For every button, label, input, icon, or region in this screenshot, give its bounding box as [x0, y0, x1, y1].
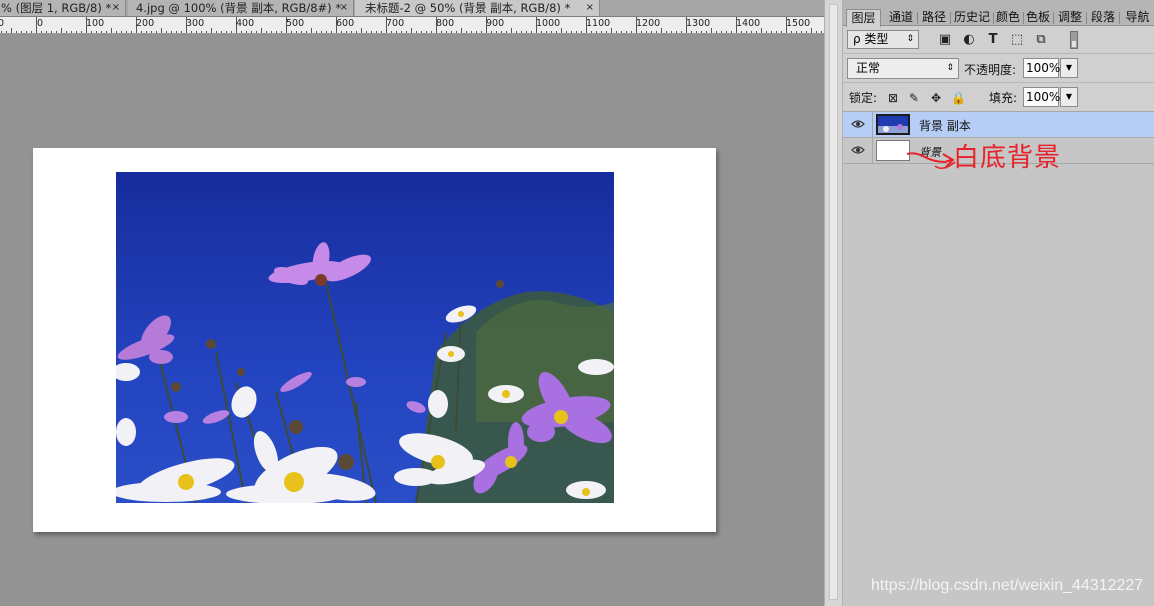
blend-mode-label: 正常 [856, 61, 881, 75]
layers-panel: 图层 通道 路径 历史记 颜色 色板 调整 段落 导航 ρ 类型 ⇕ ▣ ◐ T… [843, 0, 1154, 606]
tab-separator [1053, 12, 1054, 24]
ruler-label: 1000 [536, 18, 561, 29]
layer-filter-row: ρ 类型 ⇕ ▣ ◐ T ⬚ ⧉ [843, 27, 1154, 54]
ruler-label: 1500 [786, 18, 811, 29]
tab-color[interactable]: 颜色 [994, 9, 1022, 26]
watermark-text: https://blog.csdn.net/weixin_44312227 [871, 577, 1144, 594]
close-icon[interactable]: × [112, 0, 120, 16]
tab-adjustments[interactable]: 调整 [1055, 9, 1085, 26]
horizontal-ruler[interactable]: 0 0 100 200 300 400 500 600 700 800 900 … [0, 17, 836, 34]
lock-label: 锁定: [849, 91, 878, 105]
document-tab[interactable]: % (图层 1, RGB/8) * × [0, 0, 126, 16]
scrollbar-thumb[interactable] [829, 4, 838, 600]
layer-row-background-copy[interactable]: 背景 副本 [843, 112, 1154, 138]
fill-field[interactable]: 100% [1023, 87, 1060, 107]
lock-image-pixels-icon[interactable]: ✎ [907, 91, 921, 105]
opacity-dropdown-button[interactable]: ▼ [1060, 58, 1078, 78]
ruler-label: 600 [336, 18, 355, 29]
tab-channels[interactable]: 通道 [886, 9, 916, 26]
blend-mode-select[interactable]: 正常 ⇕ [847, 58, 959, 79]
lock-position-icon[interactable]: ✥ [929, 91, 943, 105]
document-tab-active[interactable]: 未标题-2 @ 50% (背景 副本, RGB/8) * × [355, 0, 600, 16]
pixel-layer-filter-icon[interactable]: ▣ [937, 32, 953, 48]
flower-thumbnail-image [878, 116, 908, 133]
document-tab-bar: % (图层 1, RGB/8) * × 4.jpg @ 100% (背景 副本,… [0, 0, 836, 17]
ruler-label: 0 [0, 18, 4, 29]
ruler-label: 700 [386, 18, 405, 29]
blend-opacity-row: 正常 ⇕ 不透明度: 100% ▼ [843, 55, 1154, 83]
ruler-label: 500 [286, 18, 305, 29]
tab-paragraph[interactable]: 段落 [1088, 9, 1118, 26]
ruler-label: 0 [37, 18, 44, 29]
layer-thumbnail [876, 114, 910, 135]
vertical-scrollbar[interactable] [824, 0, 843, 606]
close-icon[interactable]: × [586, 0, 594, 16]
lock-all-icon[interactable]: 🔒 [951, 91, 966, 105]
ruler-label: 200 [136, 18, 155, 29]
document-tab[interactable]: 4.jpg @ 100% (背景 副本, RGB/8#) * × [128, 0, 354, 16]
kind-filter-label: ρ 类型 [853, 32, 889, 46]
tab-separator [917, 12, 918, 24]
layers-list: 背景 副本 背景 [843, 112, 1154, 606]
document-tab-label: 4.jpg @ 100% (背景 副本, RGB/8#) * [136, 1, 342, 15]
lock-fill-row: 锁定: ⊠ ✎ ✥ 🔒 填充: 100% ▼ [843, 84, 1154, 112]
document-canvas[interactable] [33, 148, 716, 532]
document-tab-label: 未标题-2 @ 50% (背景 副本, RGB/8) * [365, 1, 571, 15]
tab-history[interactable]: 历史记 [952, 9, 992, 26]
opacity-field[interactable]: 100% [1023, 58, 1060, 78]
up-down-arrow-icon: ⇕ [946, 63, 954, 73]
fill-dropdown-button[interactable]: ▼ [1060, 87, 1078, 107]
tab-navigator[interactable]: 导航 [1121, 9, 1154, 26]
flower-photo-layer[interactable] [116, 172, 614, 503]
type-layer-filter-icon[interactable]: T [985, 32, 1001, 48]
smart-object-filter-icon[interactable]: ⧉ [1033, 32, 1049, 48]
filter-toggle-switch[interactable] [1070, 31, 1078, 49]
ruler-label: 1300 [686, 18, 711, 29]
lock-transparent-pixels-icon[interactable]: ⊠ [886, 91, 900, 105]
ruler-label: 1200 [636, 18, 661, 29]
close-icon[interactable]: × [340, 0, 348, 16]
ruler-label: 900 [486, 18, 505, 29]
flower-photo-image [116, 172, 614, 503]
layer-name[interactable]: 背景 副本 [919, 117, 971, 134]
tab-swatches[interactable]: 色板 [1024, 9, 1052, 26]
opacity-label: 不透明度: [964, 63, 1017, 77]
layer-visibility-toggle[interactable] [843, 138, 873, 163]
eye-icon [851, 120, 865, 128]
panel-tab-bar: 图层 通道 路径 历史记 颜色 色板 调整 段落 导航 [843, 0, 1154, 27]
tab-separator [1119, 12, 1120, 24]
ruler-ticks [1, 17, 832, 33]
fill-label: 填充: [989, 91, 1018, 105]
ruler-label: 800 [436, 18, 455, 29]
tab-separator [950, 12, 951, 24]
ruler-label: 1100 [586, 18, 611, 29]
eye-icon [851, 146, 865, 154]
tab-separator [1086, 12, 1087, 24]
ruler-label: 300 [186, 18, 205, 29]
adjustment-layer-filter-icon[interactable]: ◐ [961, 32, 977, 48]
ruler-label: 400 [236, 18, 255, 29]
tab-layers[interactable]: 图层 [846, 9, 881, 27]
ruler-label: 1400 [736, 18, 761, 29]
canvas-workspace[interactable] [0, 35, 824, 606]
document-tab-label: % (图层 1, RGB/8) * [1, 1, 112, 15]
shape-layer-filter-icon[interactable]: ⬚ [1009, 32, 1025, 48]
up-down-arrow-icon: ⇕ [906, 34, 914, 44]
ruler-label: 100 [86, 18, 105, 29]
kind-filter-select[interactable]: ρ 类型 ⇕ [847, 30, 919, 49]
tab-paths[interactable]: 路径 [919, 9, 949, 26]
annotation-label: 白底背景 [953, 143, 1062, 173]
layer-visibility-toggle[interactable] [843, 112, 873, 137]
